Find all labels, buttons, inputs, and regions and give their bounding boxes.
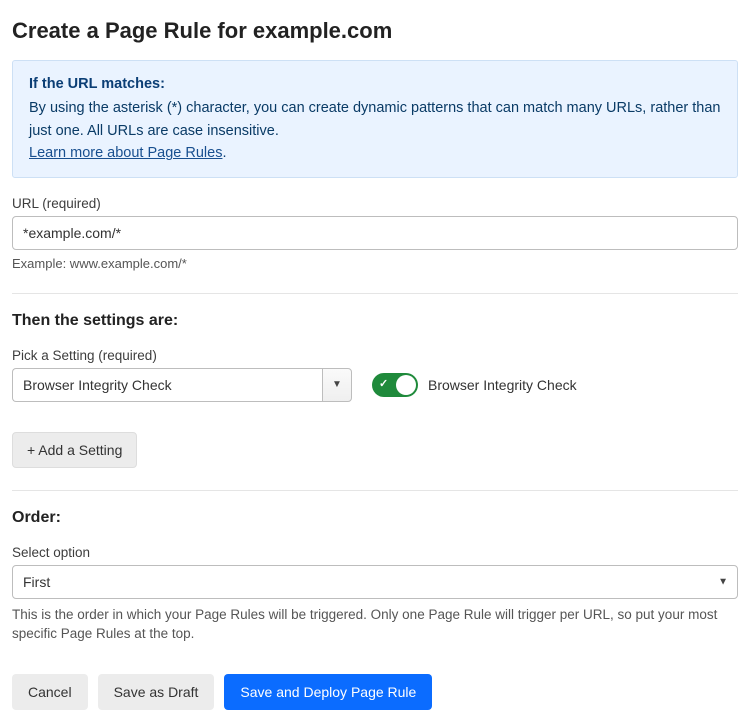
settings-heading: Then the settings are:: [12, 312, 738, 330]
url-hint: Example: www.example.com/*: [12, 256, 738, 271]
info-body: By using the asterisk (*) character, you…: [29, 97, 721, 142]
save-deploy-button[interactable]: Save and Deploy Page Rule: [224, 674, 432, 710]
chevron-down-icon[interactable]: ▼: [322, 368, 352, 402]
setting-toggle-label: Browser Integrity Check: [428, 377, 577, 393]
save-draft-button[interactable]: Save as Draft: [98, 674, 215, 710]
pick-setting-label: Pick a Setting (required): [12, 348, 738, 363]
url-input[interactable]: [12, 216, 738, 250]
order-select[interactable]: First: [12, 565, 738, 599]
url-label: URL (required): [12, 196, 738, 211]
cancel-button[interactable]: Cancel: [12, 674, 88, 710]
learn-more-link[interactable]: Learn more about Page Rules: [29, 145, 222, 161]
page-title: Create a Page Rule for example.com: [12, 18, 738, 44]
order-select-wrap: First ▼: [12, 565, 738, 599]
check-icon: ✓: [379, 377, 388, 390]
toggle-knob: [396, 375, 416, 395]
order-heading: Order:: [12, 509, 738, 527]
setting-row: Browser Integrity Check ▼ ✓ Browser Inte…: [12, 368, 738, 402]
order-select-label: Select option: [12, 545, 738, 560]
setting-toggle[interactable]: ✓: [372, 373, 418, 397]
setting-select-value: Browser Integrity Check: [12, 368, 322, 402]
setting-select[interactable]: Browser Integrity Check ▼: [12, 368, 352, 402]
info-title: If the URL matches:: [29, 73, 721, 95]
footer-buttons: Cancel Save as Draft Save and Deploy Pag…: [12, 674, 738, 710]
info-box: If the URL matches: By using the asteris…: [12, 60, 738, 178]
add-setting-button[interactable]: + Add a Setting: [12, 432, 137, 468]
order-description: This is the order in which your Page Rul…: [12, 605, 738, 644]
info-period: .: [222, 145, 226, 161]
divider: [12, 490, 738, 491]
divider: [12, 293, 738, 294]
